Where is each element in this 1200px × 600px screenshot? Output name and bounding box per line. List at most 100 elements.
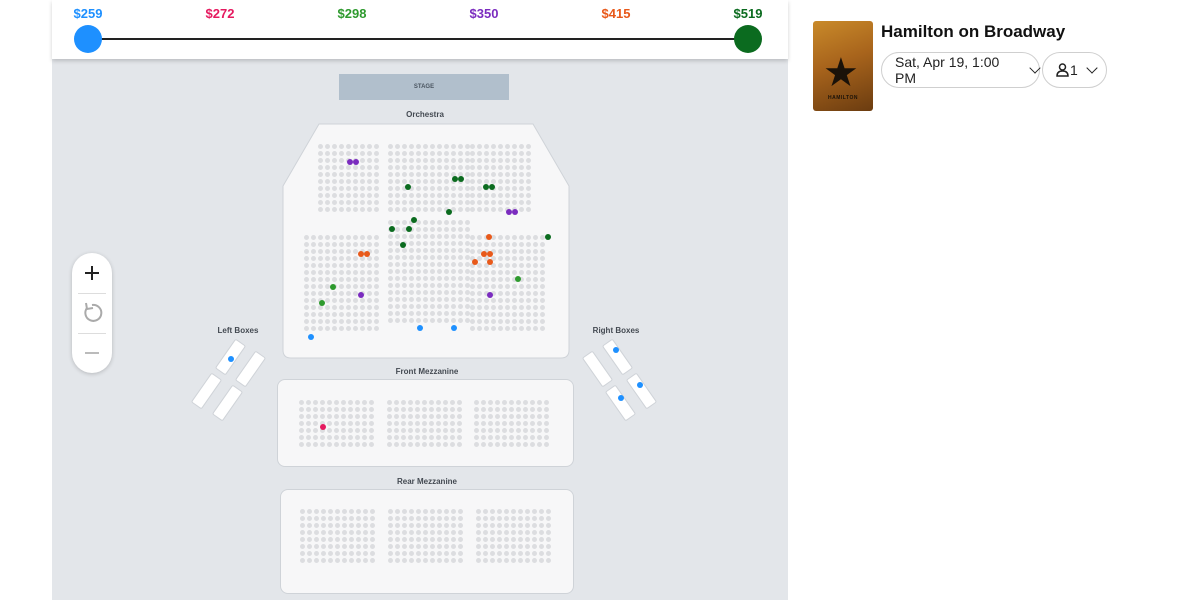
seat [505,284,510,289]
seat [395,509,400,514]
orchestra-right-rear-seats[interactable] [470,235,545,331]
price-label-6: $519 [733,6,763,21]
seat [495,421,500,426]
available-seat[interactable] [320,424,326,430]
seat [318,319,323,324]
available-seat[interactable] [637,382,643,388]
seat [367,263,372,268]
available-seat[interactable] [319,300,325,306]
seat [476,516,481,521]
seat [395,297,400,302]
price-slider-track[interactable] [88,38,748,40]
available-seat[interactable] [618,395,624,401]
seat [505,249,510,254]
date-time-select[interactable]: Sat, Apr 19, 1:00 PM [881,52,1041,88]
available-seat[interactable] [515,276,521,282]
seat [339,151,344,156]
ticket-quantity-select[interactable]: 1 [1042,52,1107,88]
front-mezzanine-left-seats[interactable] [299,400,374,447]
seat [339,172,344,177]
rear-mezzanine-right-seats[interactable] [476,509,551,563]
orchestra-right-front-seats[interactable] [470,144,531,212]
seat [307,558,312,563]
seat [519,186,524,191]
seat [532,537,537,542]
price-min-handle[interactable] [74,25,102,53]
zoom-in-button[interactable] [72,253,112,293]
available-seat[interactable] [358,292,364,298]
available-seat[interactable] [451,325,457,331]
seat [346,298,351,303]
available-seat[interactable] [411,217,417,223]
available-seat[interactable] [486,234,492,240]
seat [458,523,463,528]
seat [450,421,455,426]
seat [395,158,400,163]
seat [519,263,524,268]
available-seat[interactable] [487,292,493,298]
available-seat[interactable] [405,184,411,190]
available-seat[interactable] [446,209,452,215]
seat [519,249,524,254]
rear-mezzanine-center-seats[interactable] [388,509,463,563]
seat [526,186,531,191]
price-filter-bar [52,0,788,59]
available-seat[interactable] [406,226,412,232]
seat [505,277,510,282]
available-seat[interactable] [417,325,423,331]
seat [533,312,538,317]
seat [437,516,442,521]
seat [374,186,379,191]
seat [476,544,481,549]
seat [430,297,435,302]
seat [339,235,344,240]
seat [476,558,481,563]
available-seat[interactable] [353,159,359,165]
seat [353,165,358,170]
available-seat[interactable] [228,356,234,362]
zoom-out-button[interactable] [72,333,112,373]
available-seat[interactable] [330,284,336,290]
reset-view-button[interactable] [72,293,112,333]
available-seat[interactable] [545,234,551,240]
seat [512,193,517,198]
orchestra-center-rear-seats[interactable] [388,220,470,323]
available-seat[interactable] [389,226,395,232]
seat [367,235,372,240]
seat [523,421,528,426]
seat [505,151,510,156]
seat [325,200,330,205]
seat [430,179,435,184]
available-seat[interactable] [458,176,464,182]
seat [505,165,510,170]
seat [526,305,531,310]
seat [360,319,365,324]
rear-mezzanine-left-seats[interactable] [300,509,375,563]
seat [537,407,542,412]
available-seat[interactable] [364,251,370,257]
seat [339,249,344,254]
available-seat[interactable] [512,209,518,215]
seat [339,256,344,261]
available-seat[interactable] [400,242,406,248]
seat [325,298,330,303]
front-mezzanine-right-seats[interactable] [474,400,549,447]
seat [409,165,414,170]
seat [504,530,509,535]
available-seat[interactable] [489,184,495,190]
available-seat[interactable] [487,259,493,265]
front-mezzanine-center-seats[interactable] [387,400,462,447]
seat [388,523,393,528]
seat [387,421,392,426]
seat [325,158,330,163]
seat [458,530,463,535]
available-seat[interactable] [613,347,619,353]
available-seat[interactable] [472,259,478,265]
seat [370,530,375,535]
orchestra-left-front-seats[interactable] [318,144,379,212]
available-seat[interactable] [308,334,314,340]
price-max-handle[interactable] [734,25,762,53]
orchestra-left-rear-seats[interactable] [304,235,379,331]
available-seat[interactable] [487,251,493,257]
seat [539,509,544,514]
